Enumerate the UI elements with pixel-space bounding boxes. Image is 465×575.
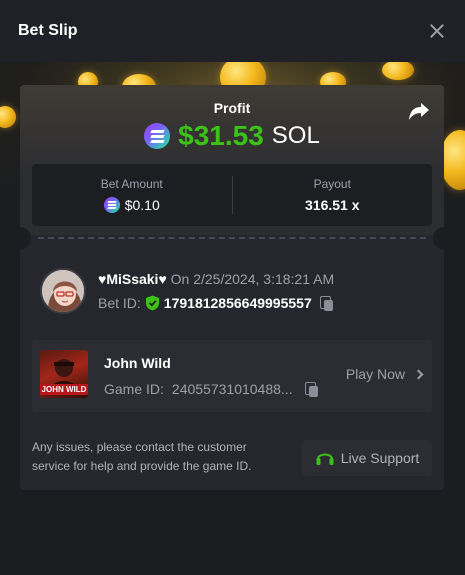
coin-decoration: [382, 62, 414, 80]
game-id-label: Game ID:: [104, 381, 164, 397]
share-icon[interactable]: [408, 102, 430, 122]
user-name[interactable]: ♥MiSsaki♥: [98, 271, 167, 287]
payout-value: 316.51 x: [305, 197, 360, 213]
ticket-notch-right: [433, 227, 444, 249]
bet-amount-stat: Bet Amount $0.10: [32, 164, 232, 226]
card-top-section: Profit $31.53 SOL Bet Amount $0.10 Payou…: [20, 85, 444, 235]
game-thumbnail-title: JOHN WILD: [40, 384, 88, 395]
stats-box: Bet Amount $0.10 Payout 316.51 x: [32, 164, 432, 226]
bet-id-label: Bet ID:: [98, 295, 141, 311]
play-now-label: Play Now: [345, 366, 405, 382]
copy-game-id-icon[interactable]: [304, 381, 319, 397]
bet-slip-title: Bet Slip: [18, 22, 78, 39]
profit-label: Profit: [213, 100, 251, 116]
profit-row: $31.53 SOL: [20, 120, 444, 152]
avatar[interactable]: [40, 268, 86, 314]
game-box: JOHN WILD John Wild Game ID: 24055731010…: [32, 340, 432, 412]
profit-amount: $31.53: [178, 120, 264, 151]
bet-slip-header: Bet Slip: [0, 0, 465, 62]
avatar-image: [42, 270, 84, 312]
bet-amount-value: $0.10: [124, 197, 160, 213]
payout-label: Payout: [313, 177, 351, 191]
bet-id-value: 1791812856649995557: [163, 295, 312, 311]
game-name: John Wild: [104, 355, 171, 371]
live-support-button[interactable]: Live Support: [302, 440, 432, 476]
solana-icon: [103, 197, 120, 213]
payout-stat: Payout 316.51 x: [233, 164, 433, 226]
help-text: Any issues, please contact the customer …: [32, 440, 252, 473]
bet-amount-label: Bet Amount: [100, 177, 163, 191]
bet-amount-value-row: $0.10: [103, 197, 160, 213]
headset-icon: [316, 453, 334, 465]
copy-bet-id-icon[interactable]: [319, 295, 334, 311]
live-support-label: Live Support: [340, 450, 420, 466]
solana-icon: [144, 123, 171, 149]
game-id-line: Game ID: 24055731010488...: [104, 381, 319, 397]
game-thumbnail[interactable]: JOHN WILD: [40, 350, 88, 398]
user-line: ♥MiSsaki♥ On 2/25/2024, 3:18:21 AM: [98, 271, 334, 287]
play-now-button[interactable]: Play Now: [345, 366, 424, 382]
bet-slip-card: Profit $31.53 SOL Bet Amount $0.10 Payou…: [20, 85, 444, 490]
user-row: ♥MiSsaki♥ On 2/25/2024, 3:18:21 AM Bet I…: [40, 268, 334, 314]
game-id-value: 24055731010488...: [171, 381, 293, 397]
bet-date: On 2/25/2024, 3:18:21 AM: [170, 271, 335, 287]
profit-currency: SOL: [271, 122, 320, 149]
verified-shield-icon: [145, 295, 159, 311]
user-info: ♥MiSsaki♥ On 2/25/2024, 3:18:21 AM Bet I…: [98, 271, 334, 311]
ticket-divider: [38, 237, 426, 239]
coin-decoration: [0, 106, 16, 128]
close-icon[interactable]: [427, 21, 447, 41]
bet-id-line: Bet ID: 1791812856649995557: [98, 295, 334, 311]
chevron-right-icon: [413, 369, 424, 379]
